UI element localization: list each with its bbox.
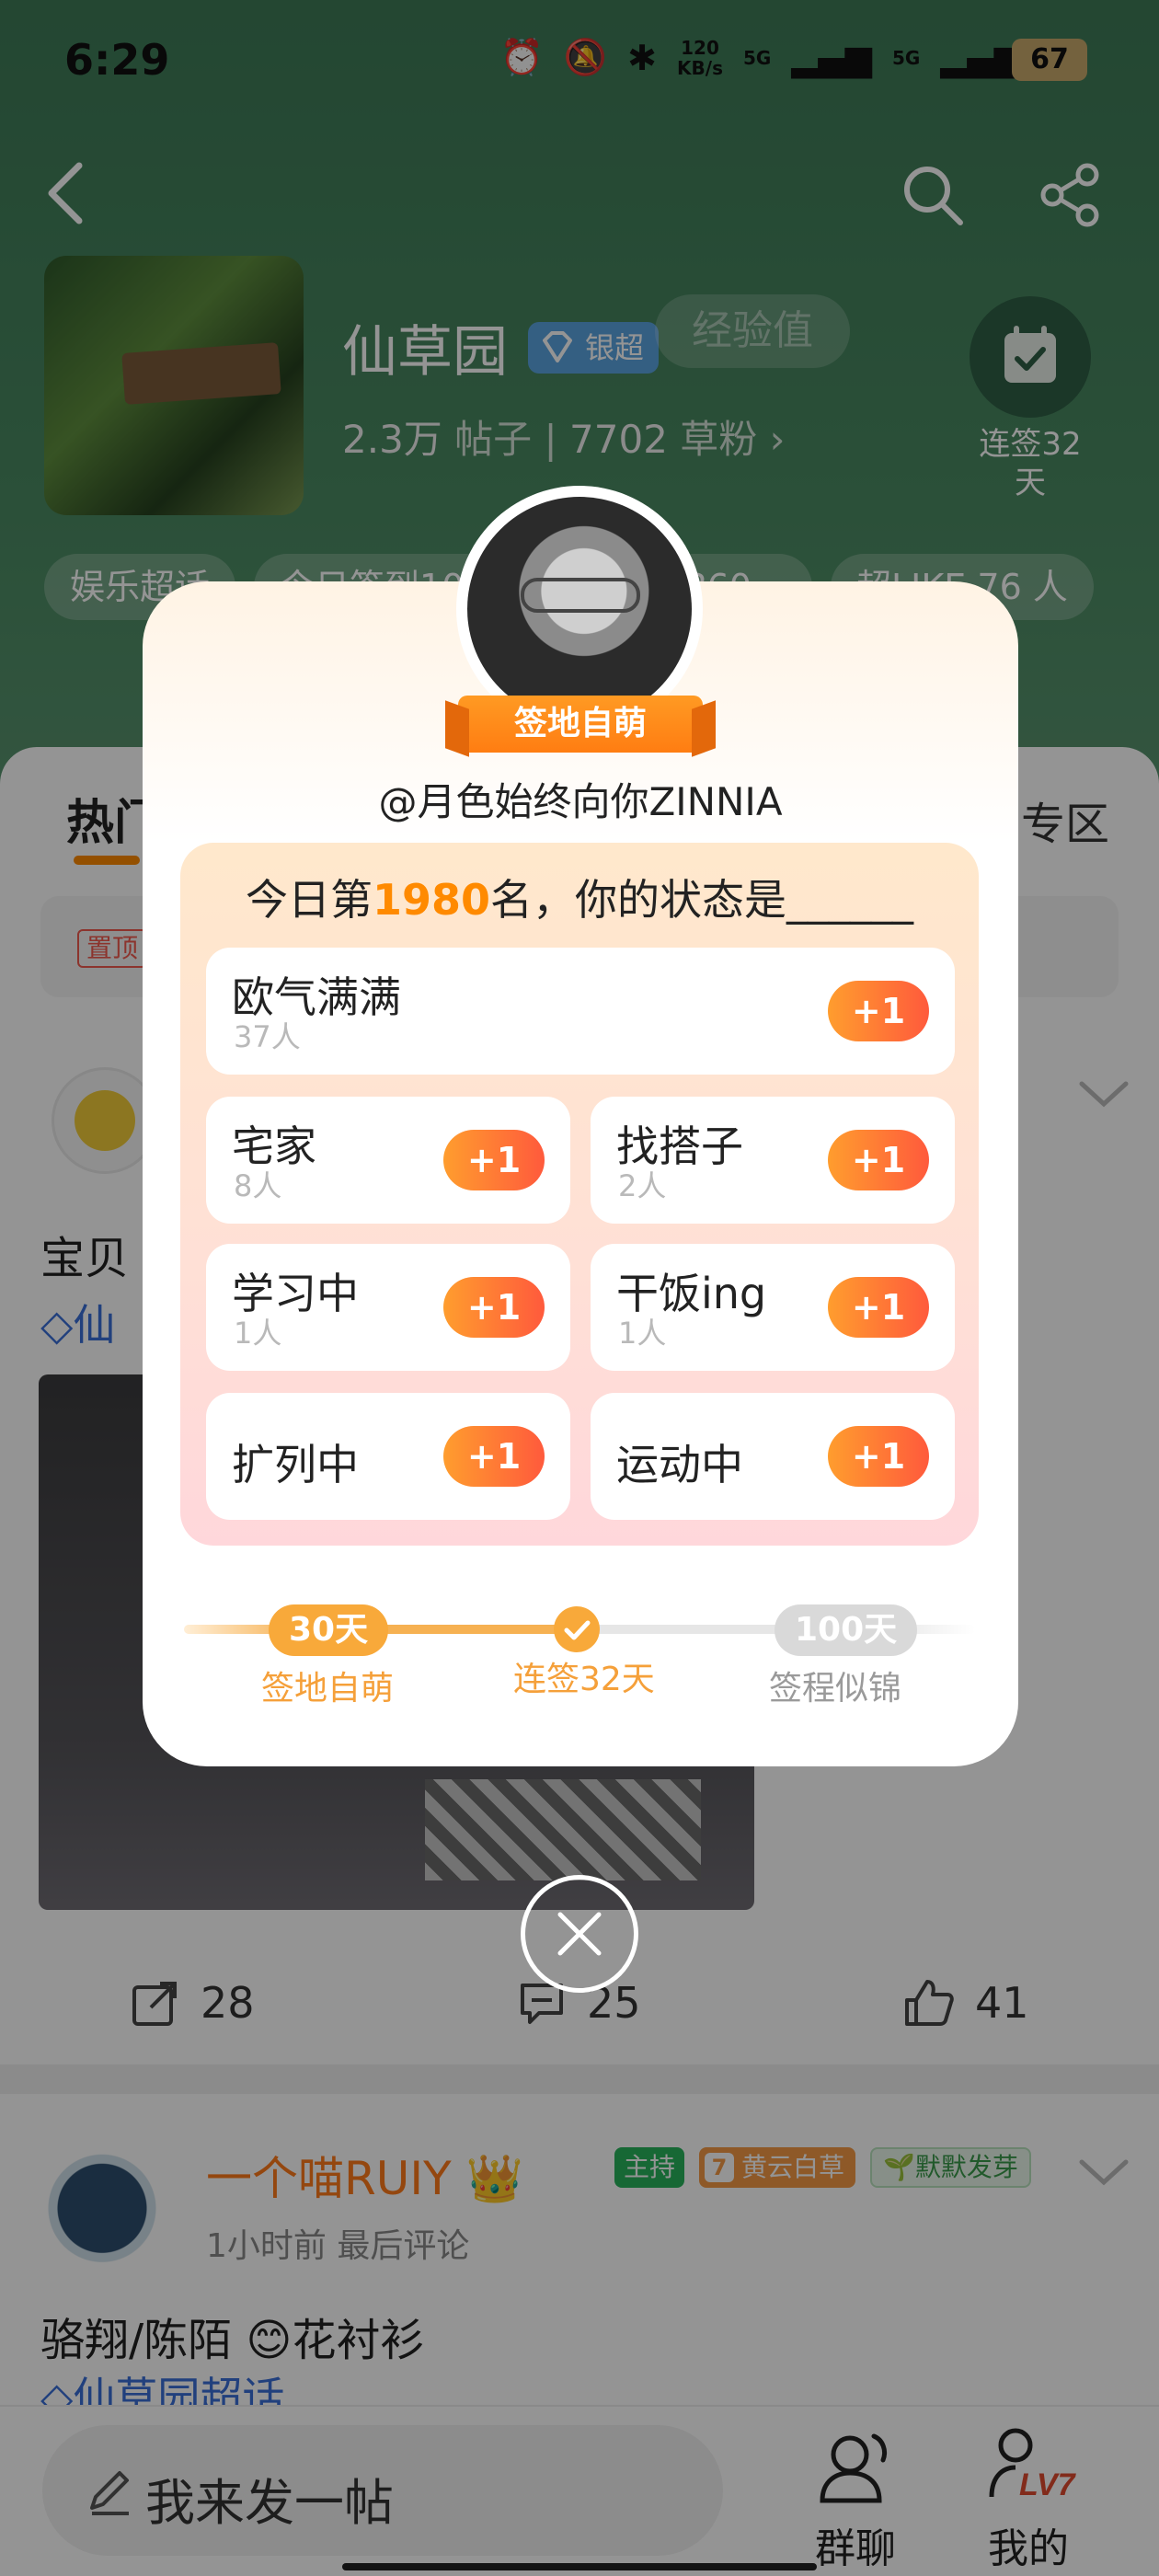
status-option-studying[interactable]: 学习中 1人 +1 (206, 1244, 570, 1371)
milestone-pill-100: 100天 (775, 1604, 918, 1656)
status-option-eating[interactable]: 干饭ing 1人 +1 (591, 1244, 955, 1371)
milestone-pill-30: 30天 (269, 1604, 389, 1656)
status-option-friends[interactable]: 扩列中 +1 (206, 1393, 570, 1520)
option-count: 37人 (234, 1019, 301, 1054)
option-label: 扩列中 (232, 1440, 359, 1489)
milestone-label-current: 连签32天 (513, 1661, 655, 1698)
plus-one-button[interactable]: +1 (828, 1426, 929, 1487)
plus-one-button[interactable]: +1 (828, 1277, 929, 1338)
option-label: 运动中 (616, 1440, 743, 1489)
option-count: 1人 (234, 1316, 282, 1351)
close-modal-button[interactable] (521, 1875, 638, 1993)
avatar-glasses-graphic (521, 578, 640, 613)
plus-one-button[interactable]: +1 (443, 1130, 545, 1190)
status-option-exercising[interactable]: 运动中 +1 (591, 1393, 955, 1520)
milestone-label-30: 签地自萌 (261, 1670, 395, 1708)
status-option-lucky[interactable]: 欧气满满 37人 +1 (206, 948, 955, 1075)
plus-one-button[interactable]: +1 (443, 1426, 545, 1487)
plus-one-button[interactable]: +1 (443, 1277, 545, 1338)
status-option-buddy[interactable]: 找搭子 2人 +1 (591, 1097, 955, 1224)
milestone-label-100: 签程似锦 (769, 1670, 902, 1708)
check-icon (564, 1620, 591, 1640)
modal-username: @月色始终向你ZINNIA (378, 779, 783, 824)
plus-one-button[interactable]: +1 (828, 1130, 929, 1190)
option-count: 1人 (618, 1316, 667, 1351)
checkin-title-badge: 签地自萌 (458, 696, 703, 753)
plus-one-button[interactable]: +1 (828, 981, 929, 1041)
user-avatar (467, 497, 692, 721)
option-count: 2人 (618, 1168, 667, 1203)
option-count: 8人 (234, 1168, 282, 1203)
status-option-home[interactable]: 宅家 8人 +1 (206, 1097, 570, 1224)
milestone-current (554, 1606, 600, 1652)
checkin-rank: 1980 (372, 875, 491, 925)
close-icon (557, 1912, 602, 1956)
status-prompt: 今日第1980名，你的状态是______ (245, 875, 914, 925)
